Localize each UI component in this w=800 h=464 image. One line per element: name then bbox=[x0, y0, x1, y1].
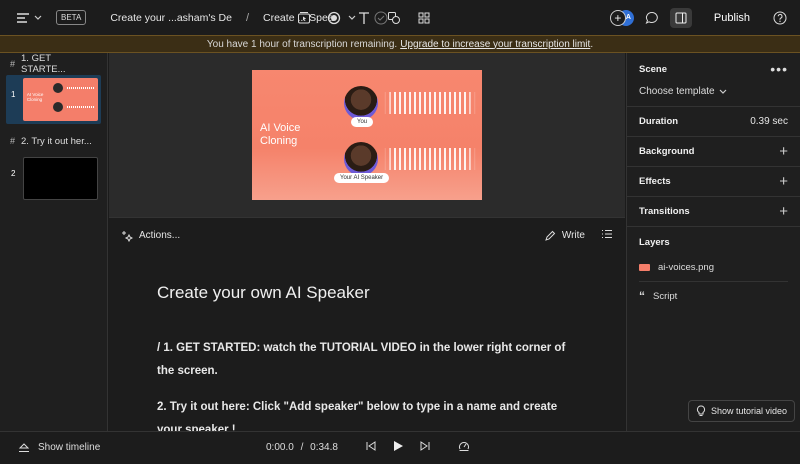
scene-heading-1[interactable]: 1. GET STARTE... bbox=[21, 53, 97, 75]
thumb-speaker-avatar bbox=[52, 102, 63, 112]
thumb-waveform bbox=[66, 87, 95, 89]
transcription-banner: You have 1 hour of transcription remaini… bbox=[0, 35, 800, 53]
write-label: Write bbox=[561, 230, 585, 241]
image-icon bbox=[639, 263, 650, 271]
effects-label: Effects bbox=[639, 176, 671, 187]
preview-title-line1: AI Voice bbox=[260, 122, 301, 134]
pencil-icon bbox=[545, 230, 556, 241]
sidebar-icon bbox=[675, 12, 687, 23]
background-section[interactable]: Background + bbox=[627, 137, 800, 167]
write-button[interactable]: Write bbox=[544, 230, 585, 242]
scene-number: 2 bbox=[11, 169, 16, 178]
help-icon[interactable] bbox=[772, 10, 788, 26]
text-icon[interactable] bbox=[356, 10, 372, 26]
actions-button[interactable]: Actions... bbox=[139, 230, 180, 241]
video-preview: AI Voice Cloning You Your AI Speaker bbox=[109, 53, 625, 217]
show-timeline-button[interactable]: Show timeline bbox=[18, 442, 100, 453]
layer-image-name: ai-voices.png bbox=[658, 261, 714, 273]
tutorial-label: Show tutorial video bbox=[711, 406, 788, 416]
project-breadcrumb[interactable]: Create your ...asham's De bbox=[110, 12, 232, 24]
add-effect-icon[interactable]: + bbox=[779, 174, 788, 189]
transitions-section[interactable]: Transitions + bbox=[627, 197, 800, 227]
quote-icon: “ bbox=[639, 289, 645, 303]
paragraph-text: / 1. GET STARTED: watch the TUTORIAL VID… bbox=[157, 342, 566, 377]
playback-time: 0:00.0 / 0:34.8 bbox=[266, 442, 338, 453]
upgrade-link[interactable]: Upgrade to increase your transcription l… bbox=[400, 39, 590, 50]
grid-icon[interactable] bbox=[416, 10, 432, 26]
total-time: 0:34.8 bbox=[310, 442, 338, 453]
speaker-avatar bbox=[344, 86, 378, 120]
effects-section[interactable]: Effects + bbox=[627, 167, 800, 197]
bottom-bar: Show timeline 0:00.0 / 0:34.8 bbox=[0, 431, 800, 464]
speed-icon[interactable] bbox=[458, 440, 470, 455]
script-toolbar: Actions... Write bbox=[109, 217, 625, 253]
banner-period: . bbox=[590, 38, 594, 50]
publish-button[interactable]: Publish bbox=[702, 12, 762, 24]
add-background-icon[interactable]: + bbox=[779, 144, 788, 159]
transitions-label: Transitions bbox=[639, 206, 690, 217]
layer-item-image[interactable]: ai-voices.png bbox=[627, 255, 800, 279]
properties-panel: Scene ••• Choose template Duration 0.39 … bbox=[626, 53, 800, 431]
banner-text: You have 1 hour of transcription remaini… bbox=[206, 38, 398, 50]
main-menu-button[interactable] bbox=[16, 12, 42, 24]
preview-canvas[interactable]: AI Voice Cloning You Your AI Speaker bbox=[252, 70, 482, 200]
top-bar: BETA Create your ...asham's De / Create … bbox=[0, 0, 800, 35]
speaker-avatar bbox=[344, 142, 378, 176]
timeline-icon bbox=[18, 442, 30, 452]
skip-back-icon[interactable] bbox=[366, 441, 376, 454]
layer-item-script[interactable]: “ Script bbox=[627, 284, 800, 308]
sparkle-icon bbox=[122, 230, 133, 242]
scene-thumbnail-1[interactable]: 1 AI Voice Cloning bbox=[6, 75, 101, 124]
chevron-down-icon bbox=[34, 15, 42, 20]
waveform bbox=[384, 148, 476, 170]
background-label: Background bbox=[639, 146, 695, 157]
preview-title-line2: Cloning bbox=[260, 135, 298, 147]
speaker-label: You bbox=[351, 117, 374, 127]
scenes-sidebar: # 1. GET STARTE... 1 AI Voice Cloning # 2… bbox=[0, 53, 108, 431]
current-time: 0:00.0 bbox=[266, 442, 294, 453]
scene-label: Scene bbox=[639, 63, 667, 75]
panel-toggle-button[interactable] bbox=[669, 7, 692, 28]
comment-icon[interactable] bbox=[644, 10, 660, 26]
script-paragraph-2[interactable]: 2. Try it out here: Click "Add speaker" … bbox=[157, 396, 577, 431]
duration-value[interactable]: 0.39 sec bbox=[750, 116, 788, 127]
scene-heading-2[interactable]: 2. Try it out her... bbox=[21, 136, 92, 147]
layers-label: Layers bbox=[639, 236, 670, 248]
media-icon[interactable] bbox=[296, 10, 312, 26]
script-paragraph-1[interactable]: / 1. GET STARTED: watch the TUTORIAL VID… bbox=[157, 337, 577, 383]
layer-script-name: Script bbox=[653, 290, 678, 302]
script-heading[interactable]: Create your own AI Speaker bbox=[157, 283, 370, 303]
outline-icon[interactable] bbox=[601, 228, 613, 243]
beta-badge: BETA bbox=[56, 10, 87, 25]
add-transition-icon[interactable]: + bbox=[779, 204, 788, 219]
scene-number: 1 bbox=[11, 90, 16, 99]
script-editor[interactable]: Create your own AI Speaker / 1. GET STAR… bbox=[109, 253, 625, 431]
record-icon[interactable] bbox=[326, 10, 342, 26]
menu-icon bbox=[17, 12, 29, 23]
template-label: Choose template bbox=[639, 86, 715, 97]
hash-icon: # bbox=[10, 59, 16, 69]
speaker-label: Your AI Speaker bbox=[334, 173, 390, 183]
scene-preview-image: AI Voice Cloning bbox=[22, 78, 98, 121]
choose-template-dropdown[interactable]: Choose template bbox=[627, 81, 800, 107]
play-icon[interactable] bbox=[392, 440, 404, 455]
show-tutorial-button[interactable]: Show tutorial video bbox=[688, 400, 796, 422]
more-options-icon[interactable]: ••• bbox=[770, 61, 788, 77]
scene-preview-image bbox=[22, 157, 98, 200]
duration-label: Duration bbox=[639, 116, 679, 127]
thumb-speaker-avatar bbox=[52, 83, 63, 93]
breadcrumb-separator: / bbox=[245, 11, 250, 24]
chevron-down-icon bbox=[719, 89, 727, 94]
waveform bbox=[384, 92, 476, 114]
shapes-icon[interactable] bbox=[386, 10, 402, 26]
thumb-waveform bbox=[66, 106, 95, 108]
lightbulb-icon bbox=[696, 405, 706, 416]
thumb-title-line2: Cloning bbox=[26, 97, 43, 102]
hash-icon: # bbox=[10, 136, 16, 146]
timeline-label: Show timeline bbox=[38, 442, 101, 453]
scene-thumbnail-2[interactable]: 2 bbox=[6, 154, 101, 203]
skip-forward-icon[interactable] bbox=[420, 441, 430, 454]
add-collaborator-button[interactable]: + bbox=[609, 9, 626, 26]
time-separator: / bbox=[300, 442, 304, 453]
